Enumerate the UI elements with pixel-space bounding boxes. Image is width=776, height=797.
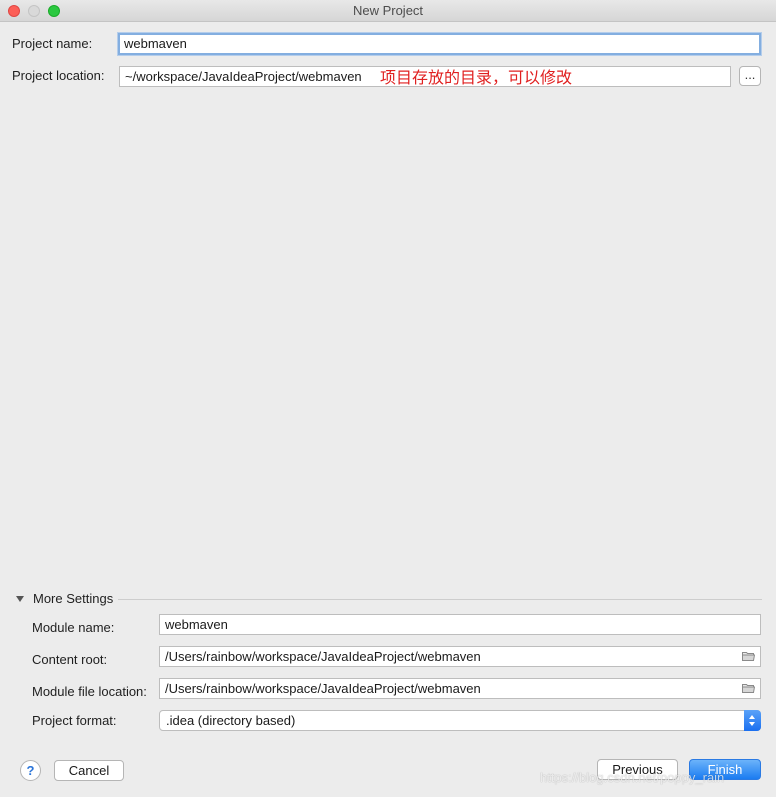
updown-arrows-icon[interactable] <box>744 710 761 731</box>
browse-location-button[interactable]: ... <box>739 66 761 86</box>
content-root-value: /Users/rainbow/workspace/JavaIdeaProject… <box>165 649 481 664</box>
module-name-input[interactable]: webmaven <box>159 614 761 635</box>
project-name-input[interactable]: webmaven <box>118 33 761 55</box>
project-format-value: .idea (directory based) <box>166 713 296 728</box>
disclosure-triangle-icon[interactable] <box>16 596 24 602</box>
help-button[interactable]: ? <box>20 760 41 781</box>
module-name-label: Module name: <box>32 620 115 635</box>
cancel-button[interactable]: Cancel <box>54 760 124 781</box>
project-location-label: Project location: <box>12 68 105 83</box>
module-file-location-input[interactable]: /Users/rainbow/workspace/JavaIdeaProject… <box>159 678 761 699</box>
more-settings-header[interactable]: More Settings <box>14 591 762 607</box>
content-root-label: Content root: <box>32 652 108 667</box>
folder-icon[interactable] <box>742 651 755 661</box>
module-file-location-value: /Users/rainbow/workspace/JavaIdeaProject… <box>165 681 481 696</box>
watermark: https://blog.csdn.net/poppy_rain <box>540 770 725 785</box>
project-format-select[interactable]: .idea (directory based) <box>159 710 761 731</box>
title-bar: New Project <box>0 0 776 22</box>
window-title: New Project <box>352 3 424 18</box>
folder-icon[interactable] <box>742 683 755 693</box>
module-file-location-label: Module file location: <box>32 684 147 699</box>
more-settings-label: More Settings <box>33 591 114 606</box>
project-format-label: Project format: <box>32 713 117 728</box>
content-root-input[interactable]: /Users/rainbow/workspace/JavaIdeaProject… <box>159 646 761 667</box>
project-name-label: Project name: <box>12 36 93 51</box>
new-project-dialog: New Project Project name: webmaven Proje… <box>0 0 776 797</box>
location-annotation: 项目存放的目录，可以修改 <box>380 68 573 87</box>
divider <box>118 599 762 600</box>
